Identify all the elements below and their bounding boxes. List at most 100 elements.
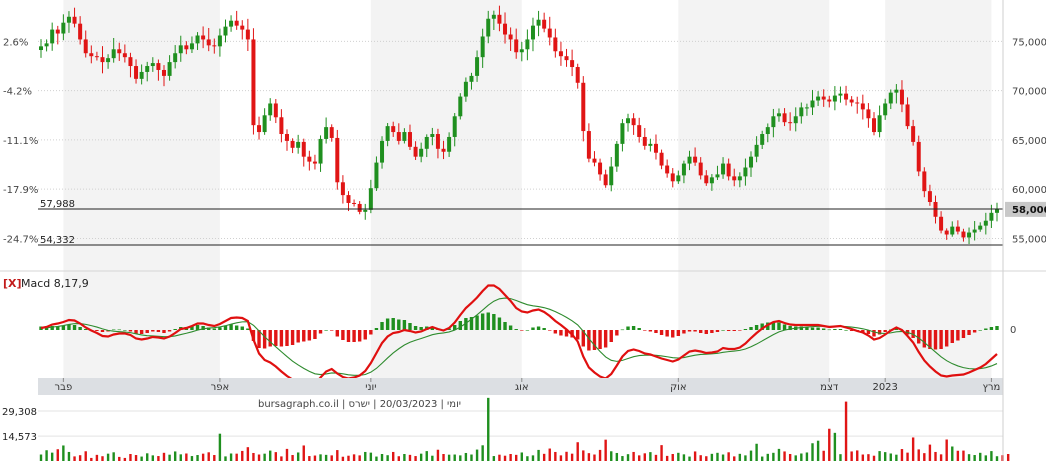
macd-histogram-bar bbox=[648, 330, 653, 332]
volume-bar bbox=[313, 455, 317, 461]
volume-bar bbox=[850, 451, 853, 461]
macd-histogram-bar bbox=[754, 325, 759, 330]
volume-bar bbox=[319, 454, 322, 461]
volume-bar bbox=[621, 456, 624, 461]
macd-histogram-bar bbox=[218, 327, 222, 330]
candle-body bbox=[117, 49, 122, 54]
candle-body bbox=[206, 39, 211, 46]
macd-histogram-bar bbox=[738, 330, 742, 331]
volume-bar bbox=[772, 452, 775, 461]
candle-body bbox=[50, 29, 55, 44]
volume-bar bbox=[811, 443, 814, 461]
candle-body bbox=[553, 37, 558, 52]
macd-histogram-bar bbox=[821, 328, 826, 330]
macd-histogram-bar bbox=[956, 330, 960, 341]
candle-body bbox=[324, 127, 329, 139]
macd-histogram-bar bbox=[665, 330, 669, 337]
candle-body bbox=[670, 173, 675, 182]
volume-bar bbox=[470, 454, 473, 461]
macd-histogram-bar bbox=[95, 330, 99, 331]
candle-body bbox=[380, 140, 385, 163]
volume-bar bbox=[872, 455, 876, 461]
volume-bar bbox=[453, 454, 456, 461]
macd-histogram-bar bbox=[805, 327, 809, 330]
macd-histogram-bar bbox=[749, 327, 753, 330]
volume-bar bbox=[146, 453, 149, 461]
volume-tick-label: 29,308 bbox=[2, 407, 37, 418]
candle-body bbox=[156, 63, 161, 70]
volume-bar bbox=[526, 456, 529, 461]
candle-body bbox=[145, 66, 150, 72]
volume-bar bbox=[95, 454, 99, 461]
macd-histogram-bar bbox=[324, 330, 328, 331]
candle-body bbox=[564, 56, 569, 61]
volume-bar bbox=[134, 455, 138, 461]
candle-body bbox=[458, 96, 463, 117]
candle-body bbox=[626, 118, 631, 124]
volume-bar bbox=[738, 453, 742, 461]
candle-body bbox=[536, 19, 541, 26]
last-price-label: 58,000 bbox=[1012, 205, 1046, 216]
candle-body bbox=[793, 116, 798, 124]
candle-body bbox=[788, 122, 793, 124]
candle-body bbox=[760, 134, 765, 145]
volume-bar bbox=[951, 446, 954, 461]
macd-histogram-bar bbox=[167, 330, 172, 332]
candle-body bbox=[726, 163, 731, 177]
date-tick-label: מרץ bbox=[982, 382, 1000, 393]
candle-body bbox=[575, 67, 580, 83]
volume-bar bbox=[615, 452, 619, 461]
volume-bar bbox=[727, 452, 730, 461]
volume-bar bbox=[682, 454, 686, 461]
candle-body bbox=[659, 152, 664, 166]
volume-bar bbox=[565, 451, 568, 461]
volume-bar bbox=[380, 454, 384, 461]
candle-body bbox=[782, 113, 787, 123]
volume-bar bbox=[84, 451, 87, 461]
date-tick-label: אוג bbox=[515, 382, 529, 393]
candle-body bbox=[178, 45, 183, 54]
candle-body bbox=[352, 202, 357, 204]
date-axis: פבר אפר יוני אוג אוק דצמ 2023 מרץ bbox=[38, 378, 1003, 395]
macd-histogram-bar bbox=[743, 329, 748, 330]
candle-body bbox=[307, 156, 312, 162]
volume-bar bbox=[721, 454, 725, 461]
macd-histogram-bar bbox=[335, 330, 340, 337]
macd-close-button[interactable]: [X] bbox=[3, 277, 22, 290]
macd-histogram-bar bbox=[385, 318, 390, 330]
candle-body bbox=[340, 182, 345, 196]
candle-body bbox=[318, 138, 323, 164]
candle-body bbox=[950, 226, 955, 235]
macd-histogram-bar bbox=[715, 330, 720, 332]
candle-body bbox=[257, 125, 262, 133]
macd-histogram-bar bbox=[710, 330, 714, 333]
candle-body bbox=[44, 43, 49, 47]
volume-bar bbox=[56, 449, 59, 461]
volume-bar bbox=[196, 455, 199, 461]
candle-body bbox=[816, 96, 821, 101]
volume-bar bbox=[397, 456, 401, 461]
macd-histogram-bar bbox=[223, 326, 228, 330]
candle-body bbox=[374, 162, 379, 189]
macd-histogram-bar bbox=[922, 330, 927, 348]
volume-bar bbox=[693, 451, 697, 461]
candle-body bbox=[363, 209, 368, 212]
candle-body bbox=[128, 57, 133, 67]
volume-bar bbox=[1006, 454, 1010, 461]
volume-bar bbox=[408, 454, 412, 461]
volume-bar bbox=[979, 452, 982, 461]
macd-histogram-bar bbox=[872, 330, 876, 337]
volume-bar bbox=[269, 450, 272, 461]
macd-histogram-bar bbox=[357, 330, 362, 342]
candle-body bbox=[872, 118, 877, 133]
candle-body bbox=[849, 99, 854, 103]
volume-bar bbox=[593, 454, 596, 461]
candle-body bbox=[547, 28, 552, 38]
candle-body bbox=[402, 132, 407, 141]
candle-body bbox=[888, 92, 893, 104]
candle-body bbox=[653, 143, 658, 153]
volume-bar bbox=[649, 452, 652, 461]
candle-body bbox=[480, 36, 485, 58]
candle-body bbox=[161, 69, 166, 76]
candle-body bbox=[978, 225, 983, 230]
